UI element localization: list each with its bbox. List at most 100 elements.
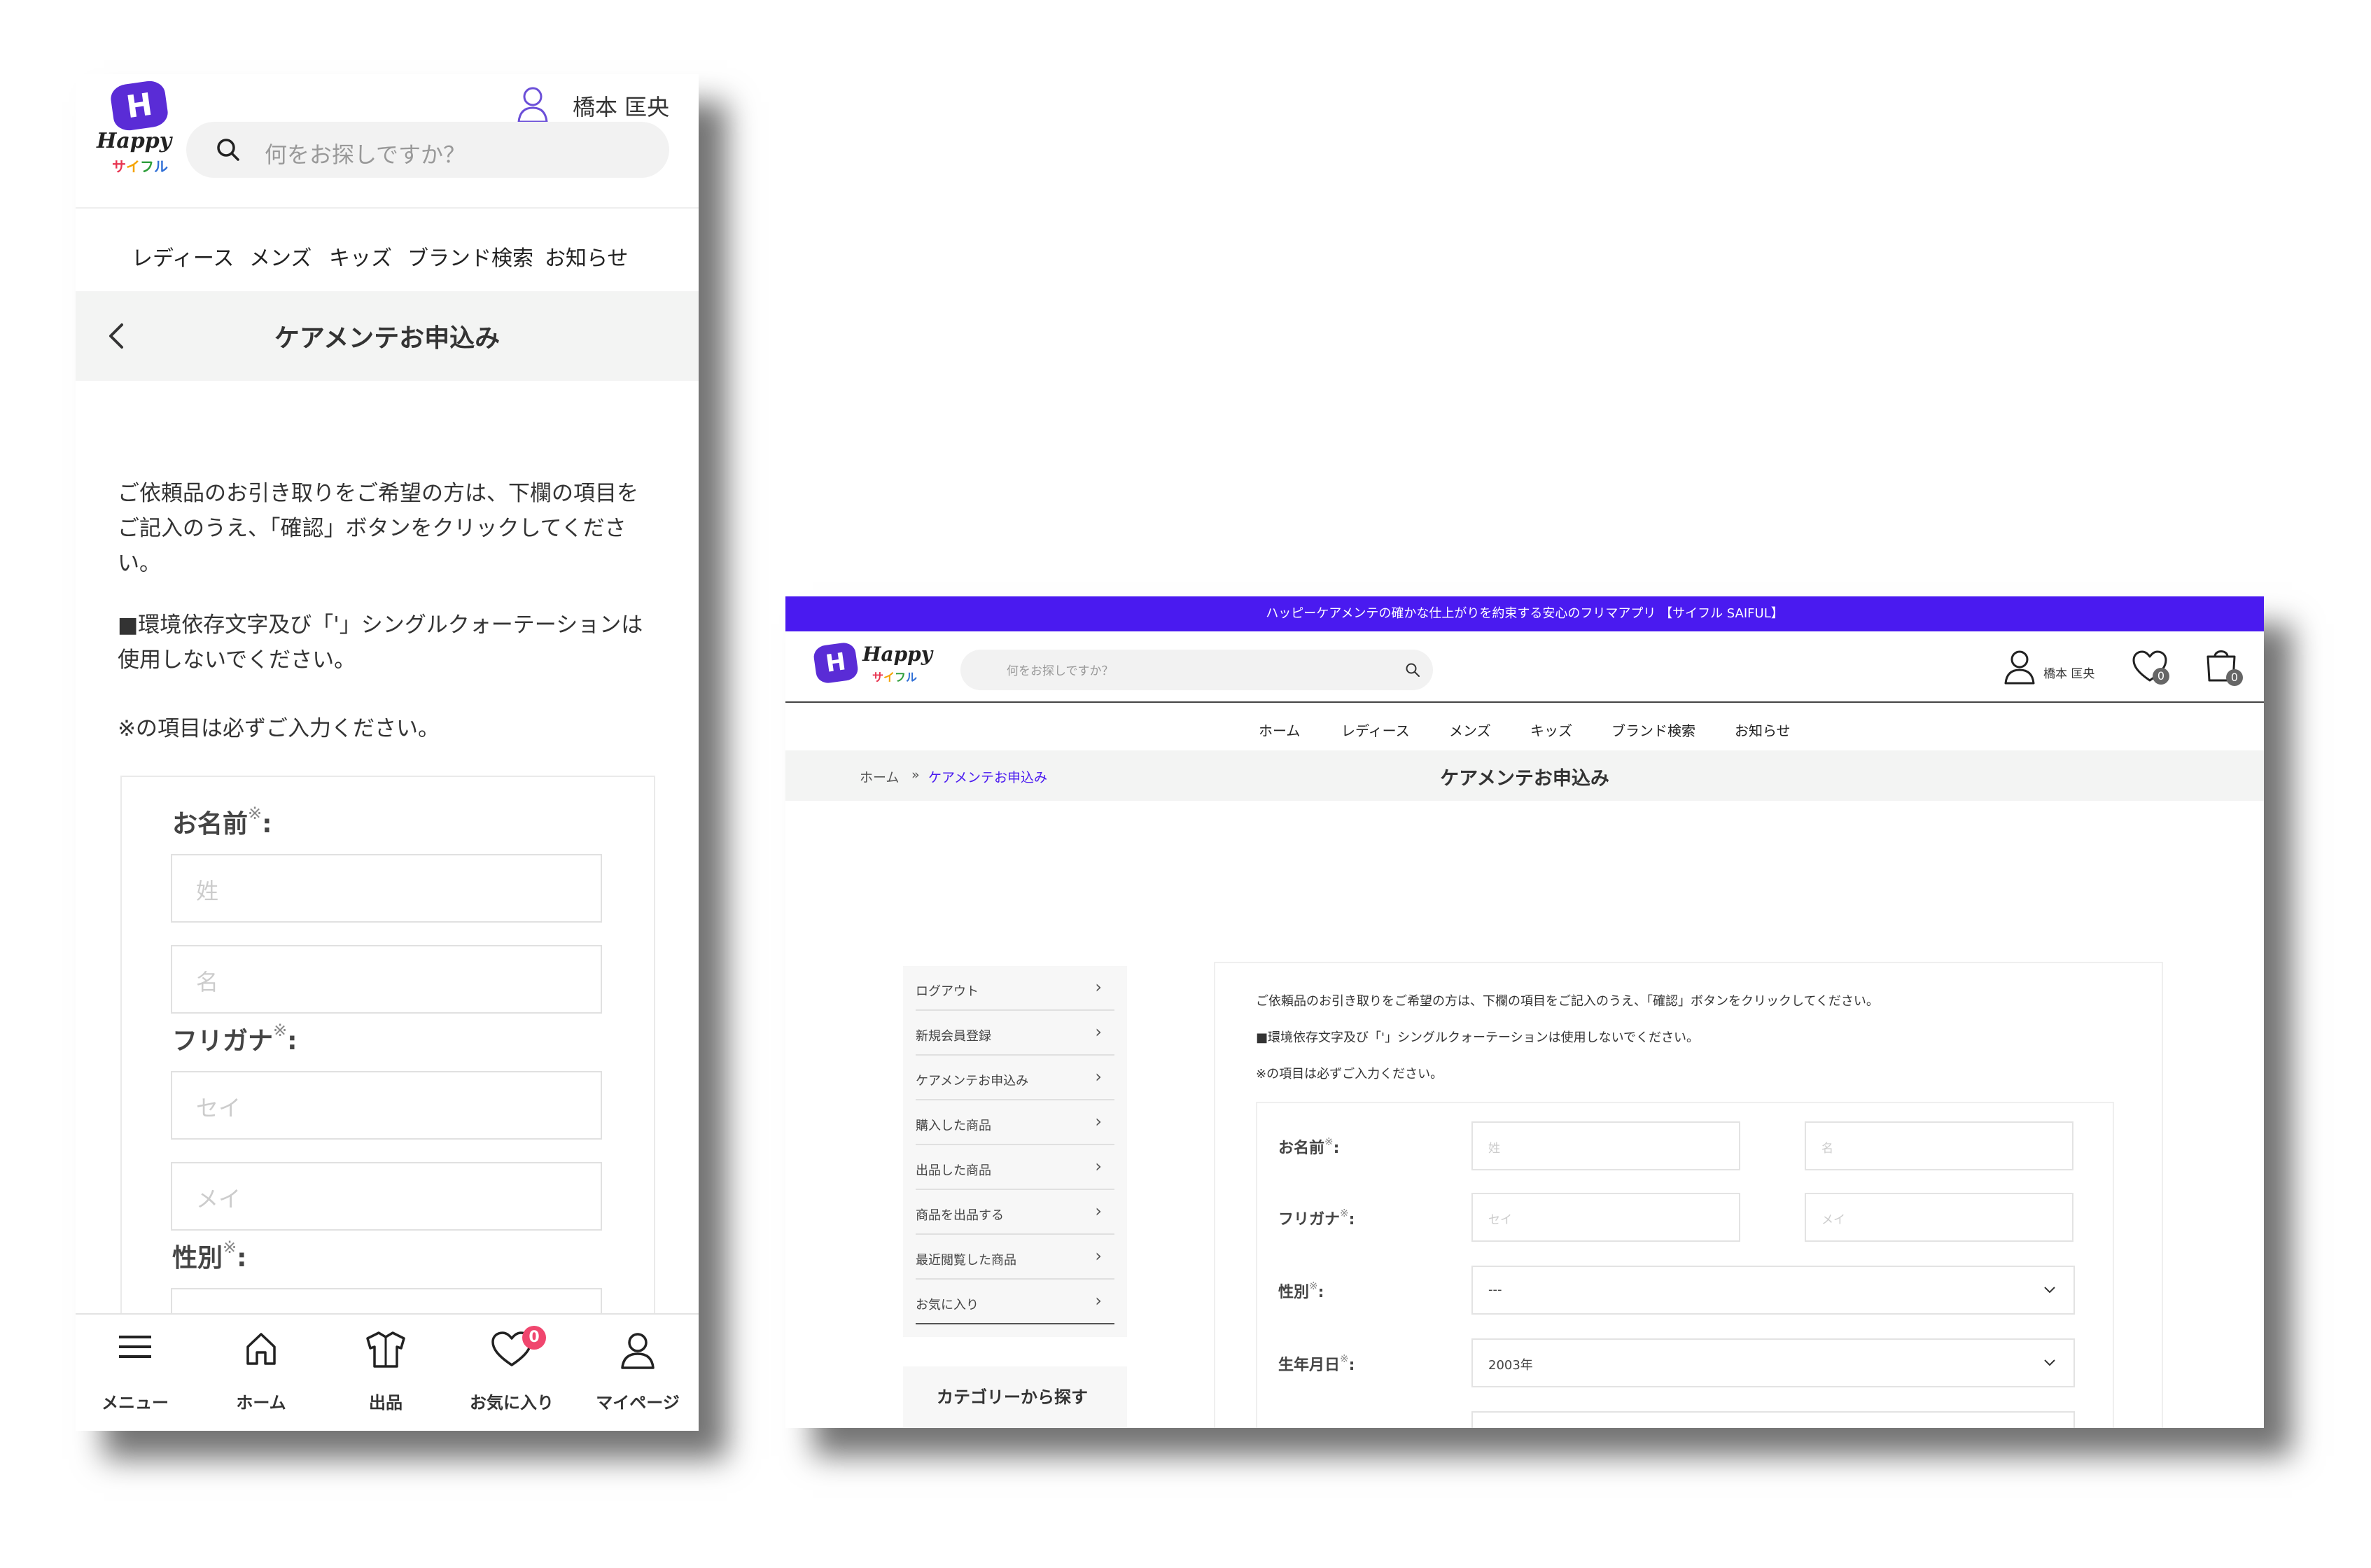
tab-menu[interactable]: メニュー xyxy=(76,1315,195,1431)
desktop-nav: ホーム レディース メンズ キッズ ブランド検索 お知らせ xyxy=(785,703,2264,752)
chevron-right-icon: › xyxy=(1095,1112,1102,1131)
tab-mypage[interactable]: マイページ xyxy=(578,1315,697,1431)
last-name-kana-input[interactable]: セイ xyxy=(171,1071,602,1140)
breadcrumb-bar: ホーム » ケアメンテお申込み ケアメンテお申込み xyxy=(785,750,2264,801)
nav-mens[interactable]: メンズ xyxy=(249,241,312,272)
mobile-header: H Happy サイフル 橋本 匡央 何をお探しですか？ xyxy=(76,74,699,207)
nav-kids[interactable]: キッズ xyxy=(1530,720,1572,740)
last-name-input[interactable]: 姓 xyxy=(171,854,602,923)
tab-favorites[interactable]: 0 お気に入り xyxy=(452,1315,571,1431)
promo-banner: ハッピーケアメンテの確かな仕上がりを約束する安心のフリマアプリ 【サイフル SA… xyxy=(785,596,2264,631)
sidebar-item-favorites[interactable]: お気に入り › xyxy=(916,1280,1114,1324)
chevron-right-icon: › xyxy=(1095,1201,1102,1221)
tab-home[interactable]: ホーム xyxy=(202,1315,321,1431)
sidebar-item-logout[interactable]: ログアウト › xyxy=(916,966,1114,1011)
bottom-tab-bar: メニュー ホーム 出品 0 お気に入り マイページ xyxy=(76,1313,699,1431)
search-input[interactable]: 何をお探しですか？ xyxy=(960,650,1433,690)
birthdate-label: 生年月日※: xyxy=(1278,1352,1355,1374)
search-icon xyxy=(217,139,239,161)
sidebar-item-register[interactable]: 新規会員登録 › xyxy=(916,1011,1114,1056)
name-label: お名前※: xyxy=(172,804,272,839)
application-form: お名前※: 姓 名 フリガナ※: セイ メイ 性別※: --- 生年月日※: 2… xyxy=(1256,1102,2114,1428)
cart-count-badge: 0 xyxy=(2226,669,2243,686)
chevron-right-icon: › xyxy=(1095,1156,1102,1176)
sidebar-item-listed[interactable]: 出品した商品 › xyxy=(916,1145,1114,1190)
home-icon xyxy=(246,1333,276,1365)
user-icon[interactable] xyxy=(2002,648,2037,686)
logo-badge: H xyxy=(109,78,170,133)
chevron-down-icon xyxy=(2044,1287,2055,1294)
gender-select[interactable]: --- xyxy=(1471,1266,2075,1315)
first-name-input[interactable]: 名 xyxy=(1805,1121,2073,1170)
favorites-count-badge: 0 xyxy=(2153,668,2169,685)
chevron-down-icon xyxy=(2044,1359,2055,1366)
logo-word: Happy xyxy=(97,129,172,153)
page-title: ケアメンテお申込み xyxy=(1440,768,1609,790)
chevron-right-icon: › xyxy=(1095,1022,1102,1042)
nav-news[interactable]: お知らせ xyxy=(1735,720,1791,740)
logo-kana: サイフル xyxy=(872,671,918,684)
account-sidebar: ログアウト › 新規会員登録 › ケアメンテお申込み › 購入した商品 › 出品した商品… xyxy=(903,966,1127,1337)
mobile-category-nav: レディース メンズ キッズ ブランド検索 お知らせ xyxy=(76,207,699,300)
logo-kana: サイフル xyxy=(112,158,168,175)
shirt-icon xyxy=(366,1331,405,1368)
category-search-box: カテゴリーから探す xyxy=(903,1366,1127,1428)
nav-news[interactable]: お知らせ xyxy=(545,241,628,272)
tab-sell[interactable]: 出品 xyxy=(326,1315,445,1431)
sidebar-item-sell[interactable]: 商品を出品する › xyxy=(916,1190,1114,1235)
logo[interactable]: H Happy サイフル xyxy=(91,78,182,175)
search-input[interactable]: 何をお探しですか？ xyxy=(186,122,669,178)
birth-year-select[interactable]: 2003年 xyxy=(1471,1338,2075,1387)
nav-brand-search[interactable]: ブランド検索 xyxy=(407,241,533,272)
page-title: ケアメンテお申込み xyxy=(274,324,501,353)
menu-icon xyxy=(119,1336,151,1358)
sidebar-item-caremente[interactable]: ケアメンテお申込み › xyxy=(916,1056,1114,1100)
last-name-input[interactable]: 姓 xyxy=(1471,1121,1740,1170)
nav-ladies[interactable]: レディース xyxy=(1341,720,1410,740)
gender-label: 性別※: xyxy=(172,1238,247,1273)
name-label: お名前※: xyxy=(1278,1135,1340,1157)
chevron-right-icon: › xyxy=(1095,977,1102,997)
nav-home[interactable]: ホーム xyxy=(1259,720,1300,740)
required-note: ※の項目は必ずご入力ください。 xyxy=(118,716,440,741)
first-name-kana-input[interactable]: メイ xyxy=(171,1162,602,1231)
furigana-label: フリガナ※: xyxy=(1278,1207,1355,1228)
nav-brand-search[interactable]: ブランド検索 xyxy=(1611,720,1695,740)
cart-button[interactable]: 0 xyxy=(2205,645,2248,687)
notice-text: ■環境依存文字及び「'」シングルクォーテーションは使用しないでください。 xyxy=(1256,1030,1700,1045)
nav-ladies[interactable]: レディース xyxy=(132,241,234,272)
first-name-input[interactable]: 名 xyxy=(171,945,602,1014)
furigana-label: フリガナ※: xyxy=(172,1021,298,1056)
notice-text: ■環境依存文字及び「'」シングルクォーテーションは使用しないでください。 xyxy=(118,612,643,673)
logo[interactable]: H Happy サイフル xyxy=(812,640,952,696)
search-icon[interactable] xyxy=(1405,662,1420,678)
last-name-kana-input[interactable]: セイ xyxy=(1471,1193,1740,1242)
intro-text: ご依頼品のお引き取りをご希望の方は、下欄の項目をご記入のうえ、「確認」ボタンをク… xyxy=(118,481,638,576)
page-title-bar: ケアメンテお申込み xyxy=(76,291,699,381)
search-placeholder: 何をお探しですか？ xyxy=(265,141,466,168)
username[interactable]: 橋本 匡央 xyxy=(2043,664,2094,681)
user-icon xyxy=(621,1333,655,1369)
favorites-button[interactable]: 0 xyxy=(2132,650,2175,687)
birth-month-select[interactable] xyxy=(1471,1411,2075,1428)
form-panel: ご依頼品のお引き取りをご希望の方は、下欄の項目をご記入のうえ、「確認」ボタンをク… xyxy=(1214,962,2163,1428)
user-icon[interactable] xyxy=(513,83,552,125)
mobile-screen: H Happy サイフル 橋本 匡央 何をお探しですか？ レディース メンズ キ… xyxy=(76,74,699,1431)
chevron-right-icon: › xyxy=(1095,1246,1102,1266)
sidebar-item-purchased[interactable]: 購入した商品 › xyxy=(916,1100,1114,1145)
nav-kids[interactable]: キッズ xyxy=(329,241,392,272)
intro-text: ご依頼品のお引き取りをご希望の方は、下欄の項目をご記入のうえ、「確認」ボタンをク… xyxy=(1256,994,1879,1009)
first-name-kana-input[interactable]: メイ xyxy=(1805,1193,2073,1242)
gender-label: 性別※: xyxy=(1278,1280,1324,1301)
favorites-count-badge: 0 xyxy=(522,1326,546,1350)
nav-mens[interactable]: メンズ xyxy=(1449,720,1491,740)
username[interactable]: 橋本 匡央 xyxy=(573,90,669,122)
chevron-right-icon: › xyxy=(1095,1291,1102,1310)
search-placeholder: 何をお探しですか？ xyxy=(1007,664,1114,678)
logo-badge: H xyxy=(812,641,860,685)
sidebar-item-recent[interactable]: 最近閲覧した商品 › xyxy=(916,1235,1114,1280)
required-note: ※の項目は必ずご入力ください。 xyxy=(1256,1067,1443,1082)
chevron-right-icon: › xyxy=(1095,1067,1102,1086)
category-title: カテゴリーから探す xyxy=(937,1387,1088,1407)
desktop-screen: ハッピーケアメンテの確かな仕上がりを約束する安心のフリマアプリ 【サイフル SA… xyxy=(785,596,2264,1428)
